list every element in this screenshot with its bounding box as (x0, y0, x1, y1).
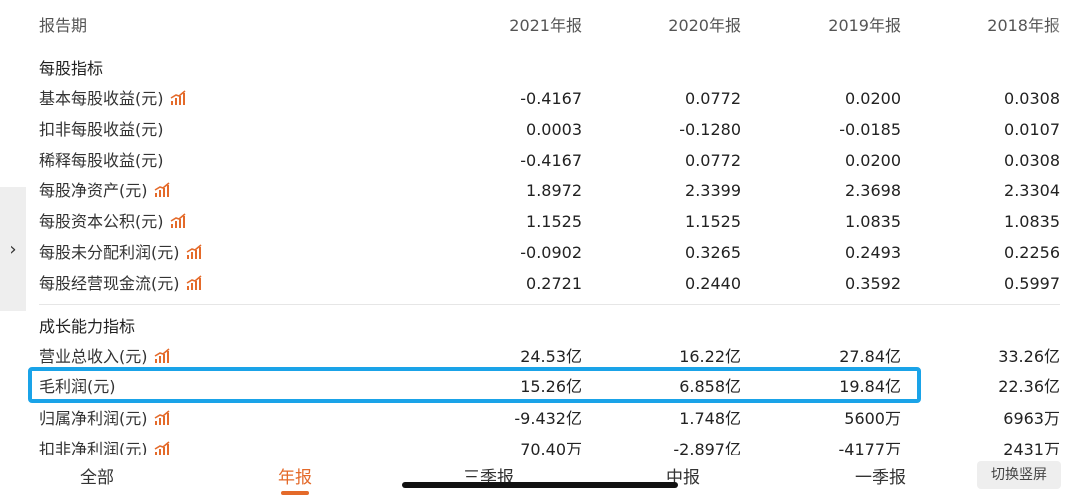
value-2018: 0.0107 (1004, 120, 1060, 139)
switch-portrait-button[interactable]: 切换竖屏 (977, 461, 1061, 489)
tab-q1[interactable]: 一季报 (855, 463, 906, 488)
trend-chart-icon[interactable] (154, 410, 170, 426)
row-label: 扣非净利润(元) (39, 434, 170, 455)
value-2018: 0.5997 (1004, 274, 1060, 293)
trend-chart-icon[interactable] (154, 441, 170, 455)
financial-indicator-table: 报告期 2021年报 2020年报 2019年报 2018年报 每股指标 基本每… (0, 0, 1080, 455)
report-period-header: 报告期 (39, 16, 88, 35)
value-2020: -0.1280 (679, 120, 741, 139)
value-2018: 0.2256 (1004, 243, 1060, 262)
value-2021: 1.1525 (526, 212, 582, 231)
row-label: 基本每股收益(元) (39, 83, 186, 114)
value-2020: 2.3399 (685, 181, 741, 200)
value-2018: 2.3304 (1004, 181, 1060, 200)
value-2019: 2.3698 (845, 181, 901, 200)
value-2020: 0.0772 (685, 151, 741, 170)
row-label: 每股未分配利润(元) (39, 237, 202, 268)
trend-chart-icon[interactable] (170, 213, 186, 229)
row-label: 每股资本公积(元) (39, 206, 186, 237)
chevron-right-icon: › (9, 238, 17, 260)
value-2020: 0.2440 (685, 274, 741, 293)
value-2020: 0.0772 (685, 89, 741, 108)
table-row[interactable]: 基本每股收益(元) -0.4167 0.0772 0.0200 0.0308 (0, 83, 1080, 114)
table-row[interactable]: 每股净资产(元) 1.8972 2.3399 2.3698 2.3304 (0, 175, 1080, 206)
value-2018: 33.26亿 (998, 347, 1060, 366)
trend-chart-icon[interactable] (154, 182, 170, 198)
value-2018: 22.36亿 (998, 377, 1060, 396)
row-label: 每股净资产(元) (39, 175, 170, 206)
value-2021: -0.4167 (520, 151, 582, 170)
tab-all[interactable]: 全部 (80, 463, 114, 488)
value-2020: -2.897亿 (673, 440, 741, 455)
value-2021: -0.0902 (520, 243, 582, 262)
value-2021: 1.8972 (526, 181, 582, 200)
section-title-row: 成长能力指标 (0, 311, 1080, 342)
active-tab-indicator (281, 491, 309, 495)
table-row[interactable]: 稀释每股收益(元) -0.4167 0.0772 0.0200 0.0308 (0, 145, 1080, 176)
header-fade-overlay (1050, 0, 1080, 40)
value-2019: 0.3592 (845, 274, 901, 293)
value-2019: 0.0200 (845, 89, 901, 108)
value-2018: 6963万 (1003, 409, 1060, 428)
value-2021: -0.4167 (520, 89, 582, 108)
trend-chart-icon[interactable] (186, 244, 202, 260)
value-2020: 1.748亿 (679, 409, 741, 428)
column-header-2021[interactable]: 2021年报 (509, 10, 582, 41)
value-2021: 0.0003 (526, 120, 582, 139)
section-title-row: 每股指标 (0, 53, 1080, 84)
table-row[interactable]: 每股资本公积(元) 1.1525 1.1525 1.0835 1.0835 (0, 206, 1080, 237)
row-label: 扣非每股收益(元) (39, 120, 164, 139)
column-header-2020[interactable]: 2020年报 (668, 10, 741, 41)
gross-profit-highlight-box (28, 367, 921, 403)
table-header-row: 报告期 2021年报 2020年报 2019年报 2018年报 (0, 10, 1080, 41)
value-2020: 1.1525 (685, 212, 741, 231)
row-label: 归属净利润(元) (39, 403, 170, 434)
trend-chart-icon[interactable] (154, 348, 170, 364)
table-row[interactable]: 扣非每股收益(元) 0.0003 -0.1280 -0.0185 0.0107 (0, 114, 1080, 145)
value-2019: 0.0200 (845, 151, 901, 170)
row-label: 稀释每股收益(元) (39, 151, 164, 170)
trend-chart-icon[interactable] (186, 275, 202, 291)
column-header-2019[interactable]: 2019年报 (828, 10, 901, 41)
table-row[interactable]: 每股未分配利润(元) -0.0902 0.3265 0.2493 0.2256 (0, 237, 1080, 268)
value-2018: 0.0308 (1004, 89, 1060, 108)
table-row[interactable]: 每股经营现金流(元) 0.2721 0.2440 0.3592 0.5997 (0, 268, 1080, 299)
value-2018: 0.0308 (1004, 151, 1060, 170)
trend-chart-icon[interactable] (170, 90, 186, 106)
value-2021: 0.2721 (526, 274, 582, 293)
side-expand-tab[interactable]: › (0, 187, 26, 311)
value-2020: 0.3265 (685, 243, 741, 262)
value-2018: 2431万 (1003, 440, 1060, 455)
value-2019: 0.2493 (845, 243, 901, 262)
value-2019: 1.0835 (845, 212, 901, 231)
value-2018: 1.0835 (1004, 212, 1060, 231)
value-2019: -0.0185 (839, 120, 901, 139)
value-2021: -9.432亿 (514, 409, 582, 428)
row-label: 每股经营现金流(元) (39, 268, 202, 299)
table-row[interactable]: 扣非净利润(元) 70.40万 -2.897亿 -4177万 2431万 (0, 434, 1080, 455)
value-2021: 70.40万 (520, 440, 582, 455)
section-title: 成长能力指标 (39, 317, 136, 336)
tab-annual[interactable]: 年报 (278, 463, 312, 488)
period-tab-bar: 全部 年报 三季报 中报 一季报 (0, 455, 1080, 499)
value-2019: 5600万 (844, 409, 901, 428)
value-2019: -4177万 (838, 440, 902, 455)
home-indicator[interactable] (402, 482, 678, 488)
table-row[interactable]: 归属净利润(元) -9.432亿 1.748亿 5600万 6963万 (0, 403, 1080, 434)
section-title: 每股指标 (39, 59, 104, 78)
section-divider (39, 304, 1060, 305)
